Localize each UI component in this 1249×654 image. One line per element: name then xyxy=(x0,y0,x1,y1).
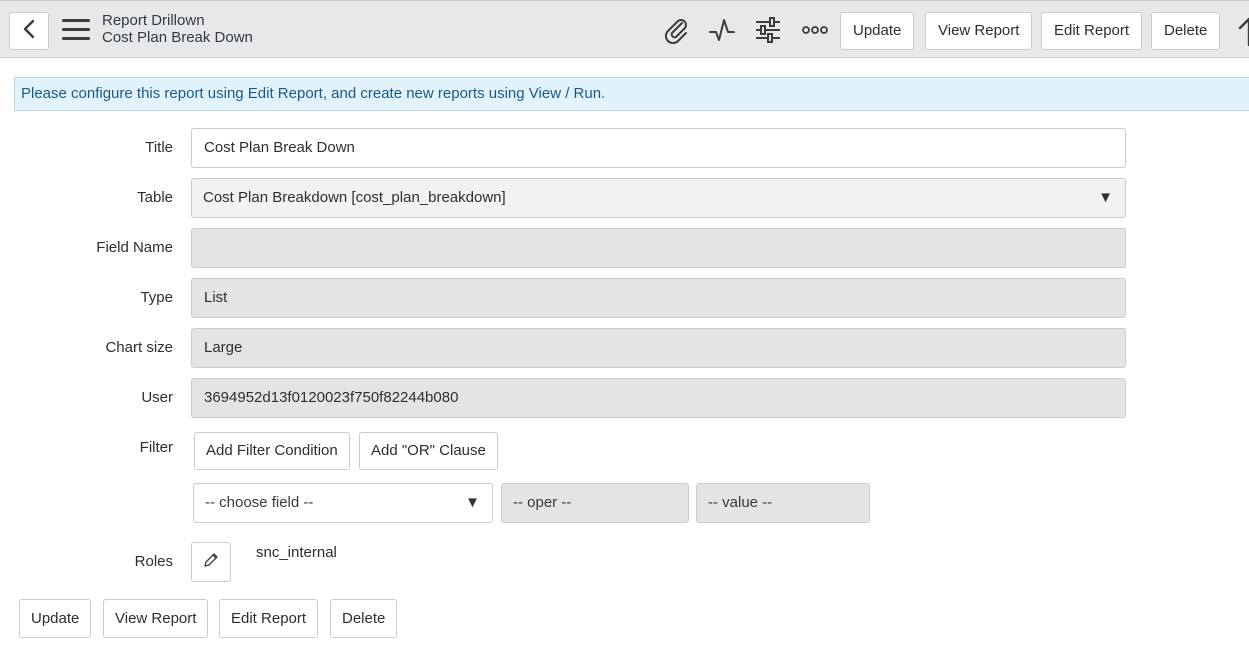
add-filter-condition-button[interactable]: Add Filter Condition xyxy=(194,432,350,470)
chart-size-label: Chart size xyxy=(105,339,173,356)
pencil-icon xyxy=(202,551,220,574)
oper-select[interactable]: -- oper -- xyxy=(501,483,689,523)
table-select[interactable]: Cost Plan Breakdown [cost_plan_breakdown… xyxy=(191,178,1126,218)
type-label: Type xyxy=(140,289,173,306)
back-icon xyxy=(23,19,35,44)
header-update-button[interactable]: Update xyxy=(840,12,915,50)
filter-label: Filter xyxy=(139,439,173,456)
footer-view-report-button[interactable]: View Report xyxy=(103,599,209,638)
info-banner: Please configure this report using Edit … xyxy=(14,77,1249,111)
edit-roles-button[interactable] xyxy=(191,542,231,582)
footer-edit-report-button[interactable]: Edit Report xyxy=(219,599,319,638)
page-title: Report Drillown xyxy=(102,12,205,29)
dropdown-caret-icon: ▼ xyxy=(1098,189,1113,206)
header-titles: Report Drillown Cost Plan Break Down xyxy=(102,12,253,46)
footer-delete-button[interactable]: Delete xyxy=(330,599,398,638)
back-button[interactable] xyxy=(9,12,49,50)
roles-value: snc_internal xyxy=(256,544,337,561)
footer-update-button[interactable]: Update xyxy=(19,599,92,638)
field-name-field xyxy=(191,228,1126,268)
header-edit-report-button[interactable]: Edit Report xyxy=(1041,12,1143,50)
choose-field-value: -- choose field -- xyxy=(205,494,314,511)
menu-icon[interactable] xyxy=(62,19,90,43)
header-view-report-button[interactable]: View Report xyxy=(925,12,1033,50)
attachment-icon[interactable] xyxy=(661,15,691,45)
choose-field-select[interactable]: -- choose field -- ▼ xyxy=(193,483,493,523)
user-field: 3694952d13f0120023f750f82244b080 xyxy=(191,378,1126,418)
table-label: Table xyxy=(137,189,173,206)
header-bar: Report Drillown Cost Plan Break Down Upd… xyxy=(0,0,1249,58)
title-label: Title xyxy=(145,139,173,156)
activity-icon[interactable] xyxy=(707,15,737,45)
more-options-icon[interactable] xyxy=(800,15,830,45)
chart-size-field: Large xyxy=(191,328,1126,368)
type-field: List xyxy=(191,278,1126,318)
page-subtitle: Cost Plan Break Down xyxy=(102,29,253,46)
roles-label: Roles xyxy=(134,553,173,570)
header-delete-button[interactable]: Delete xyxy=(1151,12,1221,50)
up-arrow-icon[interactable] xyxy=(1234,13,1249,47)
title-field[interactable]: Cost Plan Break Down xyxy=(191,128,1126,168)
table-select-value: Cost Plan Breakdown [cost_plan_breakdown… xyxy=(203,189,506,206)
value-input[interactable]: -- value -- xyxy=(696,483,870,523)
dropdown-caret-icon: ▼ xyxy=(465,494,480,511)
field-name-label: Field Name xyxy=(96,239,173,256)
user-label: User xyxy=(141,389,173,406)
add-or-clause-button[interactable]: Add "OR" Clause xyxy=(359,432,498,470)
settings-icon[interactable] xyxy=(753,15,783,45)
